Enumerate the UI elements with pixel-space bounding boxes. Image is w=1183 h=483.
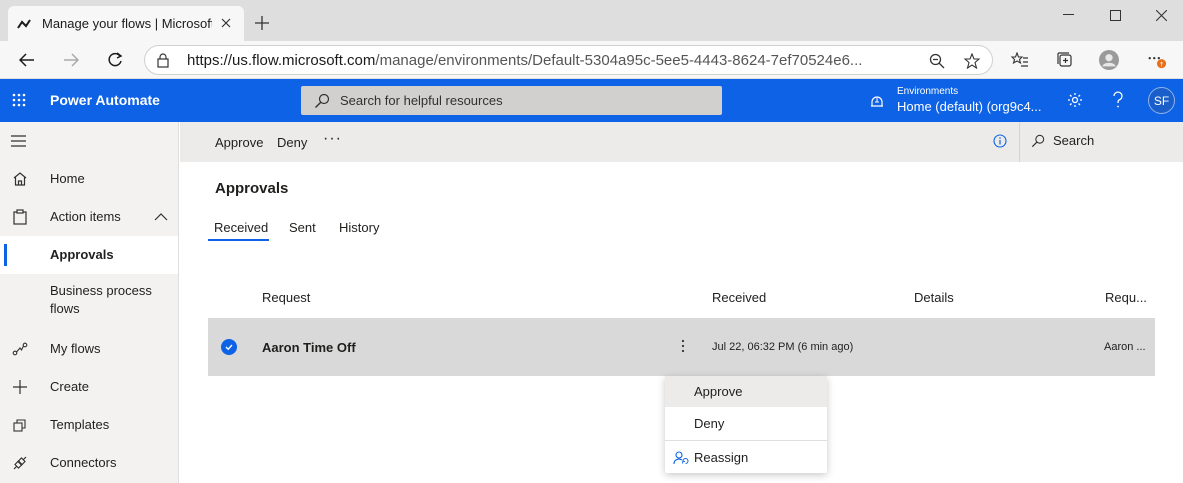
- nav-item-connectors[interactable]: Connectors: [0, 444, 178, 482]
- svg-text:↑: ↑: [1159, 61, 1164, 68]
- url-text: https://us.flow.microsoft.com/manage/env…: [187, 52, 927, 69]
- nav-item-my-flows[interactable]: My flows: [0, 330, 178, 368]
- nav-item-action-items[interactable]: Action items: [0, 198, 178, 236]
- environment-picker[interactable]: Home (default) (org9c4...: [897, 99, 1042, 114]
- row-selected-checkmark-icon[interactable]: [221, 339, 237, 355]
- app-launcher-waffle-icon[interactable]: [8, 89, 30, 111]
- settings-more-icon[interactable]: ↑: [1147, 50, 1167, 70]
- menu-item-label: Reassign: [694, 450, 749, 465]
- connector-icon: [11, 454, 29, 472]
- url-field[interactable]: https://us.flow.microsoft.com/manage/env…: [144, 45, 993, 75]
- favorites-list-icon[interactable]: [1010, 50, 1030, 70]
- menu-item-label: Approve: [694, 384, 743, 399]
- nav-item-label: Connectors: [50, 455, 117, 470]
- nav-item-label: Business process flows: [50, 283, 152, 316]
- user-avatar[interactable]: SF: [1148, 87, 1175, 114]
- search-icon: [314, 93, 330, 109]
- close-window-icon[interactable]: [1138, 0, 1183, 30]
- clipboard-icon: [11, 208, 29, 226]
- deny-command[interactable]: Deny: [277, 135, 307, 150]
- row-received-time: Jul 22, 06:32 PM (6 min ago): [712, 341, 854, 353]
- favorite-star-icon[interactable]: [963, 52, 981, 70]
- row-requestor: Aaron ...: [1104, 341, 1146, 353]
- tab-received[interactable]: Received: [214, 220, 268, 235]
- page-title: Approvals: [215, 180, 289, 197]
- approve-command[interactable]: Approve: [215, 135, 263, 150]
- browser-tab[interactable]: Manage your flows | Microsoft Power Auto…: [8, 6, 244, 41]
- help-search-placeholder: Search for helpful resources: [340, 93, 503, 108]
- refresh-icon[interactable]: [100, 46, 130, 74]
- command-bar: Approve Deny ··· Search: [180, 122, 1183, 162]
- menu-divider: [665, 440, 827, 441]
- lock-icon: [157, 52, 173, 68]
- plus-icon: [11, 378, 29, 396]
- more-commands-button[interactable]: ···: [323, 130, 342, 148]
- row-context-menu: Approve Deny Reassign: [665, 376, 827, 473]
- nav-item-approvals[interactable]: Approvals: [0, 236, 178, 274]
- nav-item-label: Home: [50, 171, 85, 186]
- tab-history[interactable]: History: [339, 220, 379, 235]
- column-header-details[interactable]: Details: [914, 290, 954, 305]
- collections-icon[interactable]: [1055, 50, 1075, 70]
- url-path: /manage/environments/Default-5304a95c-5e…: [375, 51, 863, 69]
- chevron-up-icon[interactable]: [154, 210, 168, 224]
- templates-icon: [11, 416, 29, 434]
- maximize-icon[interactable]: [1092, 0, 1138, 30]
- table-row[interactable]: Aaron Time Off Jul 22, 06:32 PM (6 min a…: [208, 318, 1155, 376]
- active-indicator: [4, 244, 7, 266]
- column-header-requestor[interactable]: Requ...: [1105, 290, 1147, 305]
- search-icon: [1031, 134, 1045, 147]
- command-bar-divider: [1019, 122, 1020, 162]
- nav-item-label: Action items: [50, 209, 121, 224]
- tab-sent[interactable]: Sent: [289, 220, 316, 235]
- power-automate-favicon-icon: [16, 16, 32, 32]
- column-header-request[interactable]: Request: [262, 290, 310, 305]
- info-icon[interactable]: [993, 134, 1009, 150]
- help-question-icon[interactable]: [1108, 90, 1128, 110]
- row-more-vertical-icon[interactable]: [678, 336, 688, 356]
- menu-item-reassign[interactable]: Reassign: [665, 442, 827, 473]
- command-search-label: Search: [1053, 133, 1095, 148]
- selected-tab-indicator: [208, 239, 269, 241]
- nav-item-templates[interactable]: Templates: [0, 406, 178, 444]
- help-search-box[interactable]: Search for helpful resources: [301, 86, 722, 115]
- settings-gear-icon[interactable]: [1065, 90, 1085, 110]
- environment-globe-icon: [868, 93, 886, 109]
- app-header: Power Automate Search for helpful resour…: [0, 79, 1183, 122]
- back-arrow-icon[interactable]: [12, 46, 42, 74]
- close-tab-icon[interactable]: [218, 15, 234, 31]
- reassign-person-icon: [673, 450, 689, 466]
- nav-item-label: Templates: [50, 417, 110, 432]
- flow-icon: [11, 340, 29, 358]
- app-brand-title[interactable]: Power Automate: [50, 92, 160, 108]
- profile-avatar-icon[interactable]: [1099, 50, 1119, 70]
- menu-item-deny[interactable]: Deny: [665, 408, 827, 439]
- column-header-received[interactable]: Received: [712, 290, 766, 305]
- minimize-icon[interactable]: [1045, 0, 1091, 30]
- new-tab-icon[interactable]: [252, 13, 272, 33]
- nav-item-label: My flows: [50, 341, 101, 356]
- nav-item-label: Create: [50, 379, 90, 394]
- url-host: https://us.flow.microsoft.com: [187, 51, 376, 69]
- address-bar: https://us.flow.microsoft.com/manage/env…: [0, 41, 1183, 79]
- command-search[interactable]: Search: [1031, 133, 1094, 148]
- nav-item-home[interactable]: Home: [0, 160, 178, 198]
- left-navigation: Home Action items Approvals Business pro…: [0, 122, 179, 483]
- hamburger-menu-icon[interactable]: [11, 134, 29, 150]
- nav-item-business-process-flows[interactable]: Business process flows: [0, 280, 178, 320]
- menu-item-approve[interactable]: Approve: [665, 376, 827, 407]
- browser-tab-title: Manage your flows | Microsoft Power Auto…: [42, 16, 212, 31]
- row-request-title[interactable]: Aaron Time Off: [262, 340, 356, 355]
- browser-tab-strip: Manage your flows | Microsoft Power Auto…: [0, 0, 1183, 41]
- zoom-out-icon[interactable]: [928, 52, 946, 70]
- menu-item-label: Deny: [694, 416, 725, 431]
- home-icon: [11, 170, 29, 188]
- nav-item-label: Approvals: [50, 247, 114, 262]
- nav-item-create[interactable]: Create: [0, 368, 178, 406]
- forward-arrow-icon[interactable]: [56, 46, 86, 74]
- environments-label: Environments: [897, 86, 959, 97]
